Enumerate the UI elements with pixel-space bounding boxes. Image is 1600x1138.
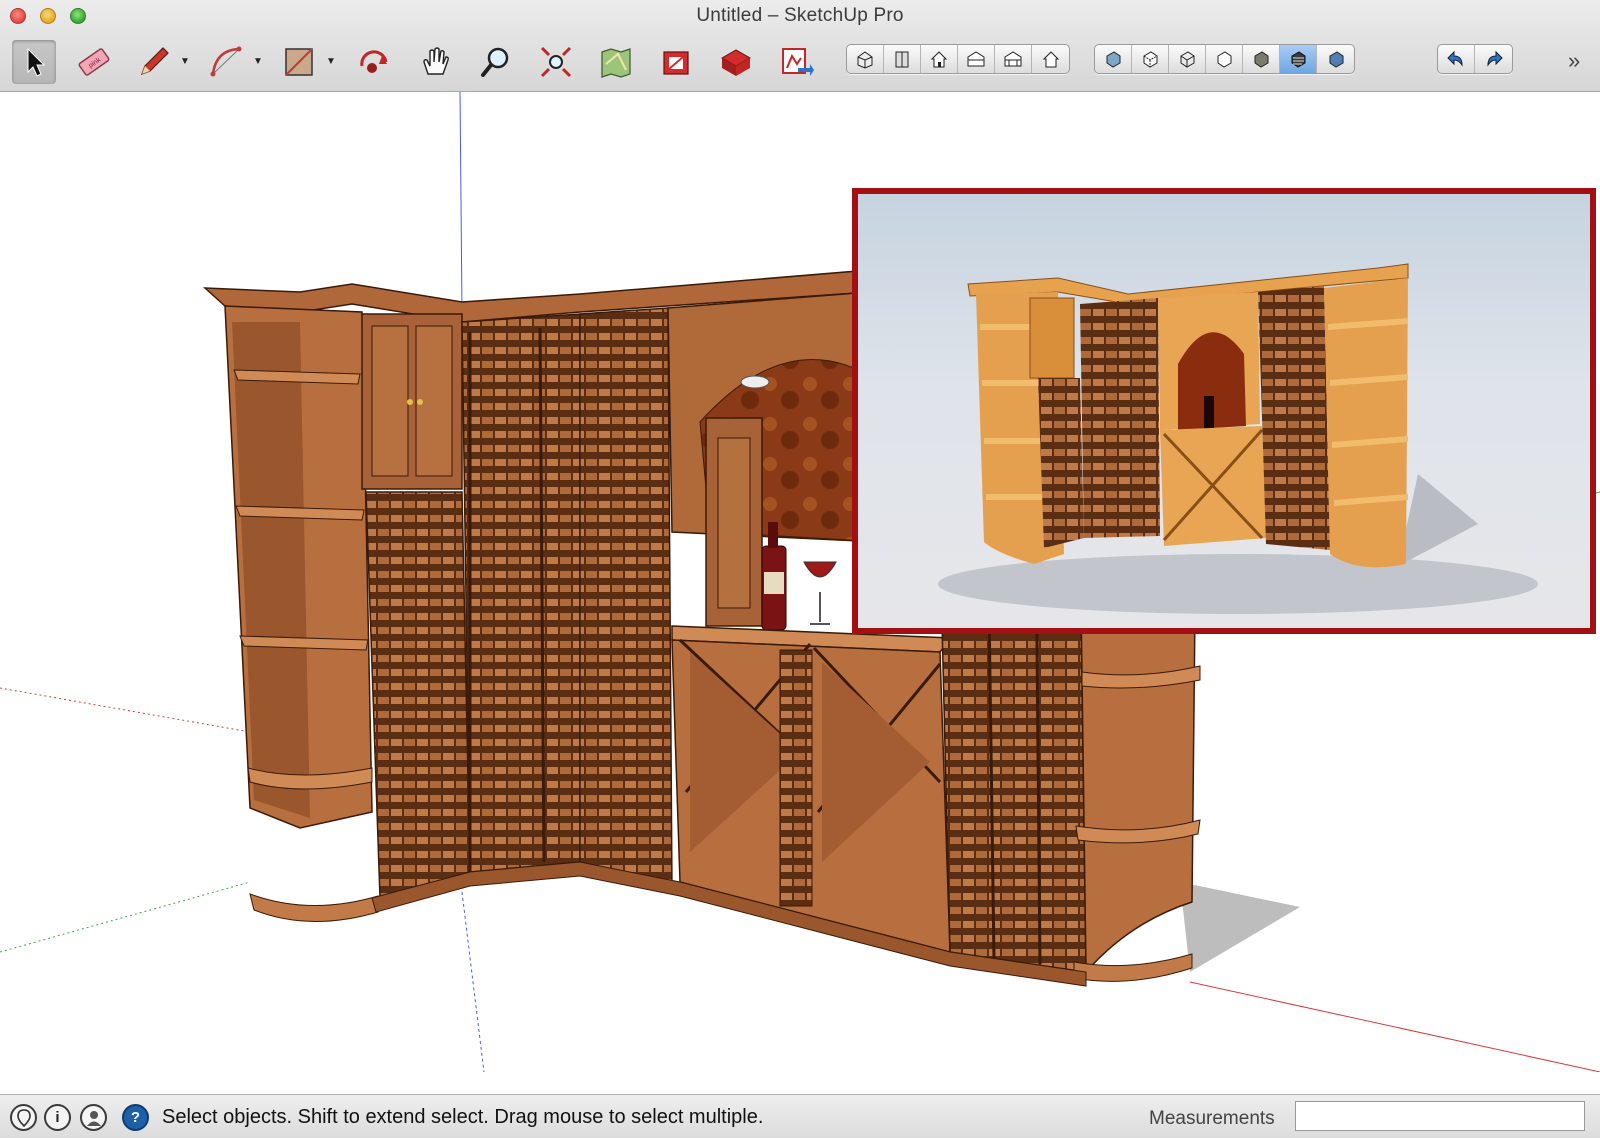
select-tool-button[interactable]: [12, 40, 56, 84]
credits-icon[interactable]: i: [44, 1104, 71, 1131]
top-view-icon: [895, 51, 909, 68]
status-bar: i ? Select objects. Shift to extend sele…: [0, 1094, 1600, 1138]
wireframe-style-button[interactable]: [1169, 45, 1206, 73]
front-view-icon: [930, 51, 948, 68]
xray-style-button[interactable]: [1095, 45, 1132, 73]
wireframe-icon: [1180, 51, 1195, 68]
arc-tool-button[interactable]: [204, 40, 248, 84]
send-to-layout-tool-button[interactable]: [774, 40, 818, 84]
redo-icon: [1486, 50, 1503, 67]
monochrome-icon: [1329, 51, 1343, 68]
help-icon[interactable]: ?: [122, 1104, 149, 1131]
monochrome-style-button[interactable]: [1317, 45, 1354, 73]
map-icon: [601, 48, 631, 78]
measurements-input[interactable]: [1295, 1101, 1585, 1131]
right-view-icon: [967, 51, 985, 67]
title-toolbar: Untitled – SketchUp Pro pink ▼ ▼ ▼ »: [0, 0, 1600, 92]
shaded-style-button[interactable]: [1243, 45, 1280, 73]
history-group: [1437, 44, 1513, 74]
chevron-down-icon[interactable]: ▼: [253, 56, 263, 67]
shaded-icon: [1254, 51, 1269, 68]
zoom-extents-tool-button[interactable]: [534, 40, 578, 84]
iso-view-button[interactable]: [847, 45, 884, 73]
pan-tool-button[interactable]: [414, 40, 458, 84]
3d-warehouse-tool-button[interactable]: [654, 40, 698, 84]
window-title: Untitled – SketchUp Pro: [696, 5, 904, 26]
rectangle-tool-button[interactable]: [277, 40, 321, 84]
measurements-label: Measurements: [1149, 1108, 1275, 1129]
user-icon[interactable]: [80, 1104, 107, 1131]
back-view-icon: [1004, 51, 1022, 67]
magnifier-icon: [481, 47, 509, 77]
left-view-button[interactable]: [1032, 45, 1069, 73]
sketchup-window: Untitled – SketchUp Pro pink ▼ ▼ ▼ » i ?…: [0, 0, 1600, 1138]
hidden-line-icon: [1217, 51, 1232, 68]
rectangle-icon: [285, 48, 313, 76]
shaded-textures-icon: [1291, 51, 1306, 68]
status-message: Select objects. Shift to extend select. …: [162, 1106, 764, 1128]
xray-icon: [1106, 51, 1121, 68]
arrow-cursor-icon: [27, 47, 46, 77]
undo-button[interactable]: [1438, 45, 1475, 73]
extension-warehouse-icon: [720, 49, 752, 76]
toolbar-overflow-button[interactable]: »: [1568, 48, 1580, 74]
hand-icon: [423, 47, 449, 75]
arc-icon: [210, 46, 242, 77]
add-location-tool-button[interactable]: [594, 40, 638, 84]
chevron-down-icon[interactable]: ▼: [180, 56, 190, 67]
back-view-button[interactable]: [995, 45, 1032, 73]
chevron-down-icon[interactable]: ▼: [326, 56, 336, 67]
pencil-icon: [140, 47, 169, 76]
iso-view-icon: [857, 51, 873, 69]
extension-warehouse-tool-button[interactable]: [714, 40, 758, 84]
face-style-group: [1094, 44, 1355, 74]
line-tool-button[interactable]: [132, 40, 176, 84]
eraser-tool-button[interactable]: pink: [72, 40, 116, 84]
geo-location-icon[interactable]: [10, 1104, 37, 1131]
right-view-button[interactable]: [958, 45, 995, 73]
warehouse-icon: [663, 51, 689, 75]
layout-icon: [782, 48, 814, 76]
back-edges-style-button[interactable]: [1132, 45, 1169, 73]
eraser-icon: pink: [78, 48, 110, 76]
top-view-button[interactable]: [884, 45, 921, 73]
hidden-line-style-button[interactable]: [1206, 45, 1243, 73]
drawing-viewport[interactable]: [0, 92, 1600, 1072]
orbit-tool-button[interactable]: [352, 40, 396, 84]
back-edges-icon: [1143, 51, 1158, 68]
redo-button[interactable]: [1475, 45, 1512, 73]
shaded-textures-style-button[interactable]: [1280, 45, 1317, 73]
zoom-tool-button[interactable]: [474, 40, 518, 84]
left-view-icon: [1042, 51, 1059, 68]
rendered-wine-cellar-image: [938, 263, 1538, 614]
standard-views-group: [846, 44, 1070, 74]
undo-icon: [1447, 50, 1463, 67]
zoom-extents-icon: [540, 46, 572, 78]
front-view-button[interactable]: [921, 45, 958, 73]
orbit-icon: [360, 50, 388, 73]
render-preview-inset: [852, 188, 1596, 634]
